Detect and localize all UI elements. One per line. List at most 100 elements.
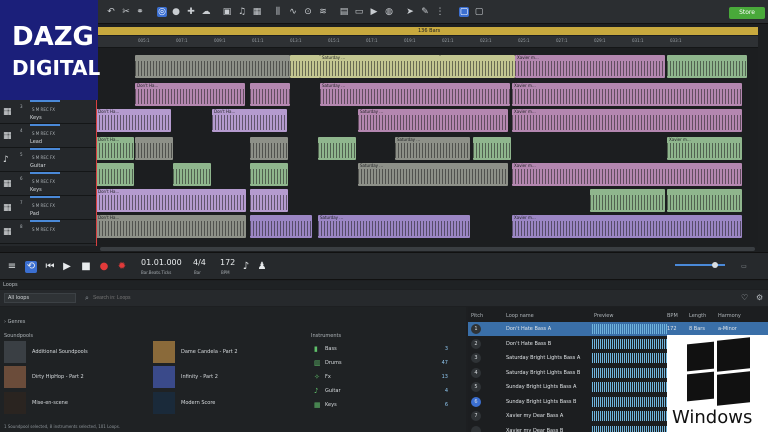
speaker-icon[interactable]: ▶	[369, 7, 379, 17]
loop-row[interactable]: 1 Don't Hate Bass A 172 8 Bars a-Minor	[468, 322, 768, 336]
loop-toggle-icon[interactable]: ⟲	[25, 261, 37, 273]
audio-clip[interactable]: Xavier m...	[512, 109, 742, 132]
track-buttons[interactable]: S M REC FX	[32, 227, 55, 232]
audio-clip[interactable]: Xavier m...	[512, 215, 742, 238]
note-icon[interactable]: ♫	[237, 7, 247, 17]
audio-clip[interactable]: Don't Ha...	[96, 137, 134, 160]
audio-clip[interactable]	[250, 83, 290, 106]
track-buttons[interactable]: S M REC FX	[32, 107, 55, 112]
audio-clip[interactable]	[250, 215, 312, 238]
cloud-icon[interactable]: ☁	[201, 7, 211, 17]
wave-icon[interactable]: ∿	[288, 7, 298, 17]
soundpool-item[interactable]: Modern Score	[153, 392, 293, 414]
track-buttons[interactable]: S M REC FX	[32, 131, 55, 136]
track-volume-slider[interactable]	[30, 172, 60, 174]
loop-icon[interactable]: ⊙	[303, 7, 313, 17]
instrument-item[interactable]: ▦ Keys 6	[311, 399, 456, 411]
audio-clip[interactable]	[135, 137, 173, 160]
loop-preview-waveform[interactable]	[592, 324, 667, 334]
audio-clip[interactable]	[250, 189, 288, 212]
audio-clip[interactable]	[290, 55, 320, 78]
track-volume-slider[interactable]	[30, 124, 60, 126]
metronome-icon[interactable]: ♪	[240, 261, 252, 273]
col-preview[interactable]: Preview	[594, 313, 613, 319]
col-pitch[interactable]: Pitch	[471, 313, 483, 319]
tempo-dropdown-icon[interactable]: ♟	[256, 261, 268, 273]
audio-clip[interactable]: Xavier m...	[667, 137, 742, 160]
pitch-button[interactable]: 6	[471, 396, 481, 407]
undo-arrow-icon[interactable]: ↶	[106, 7, 116, 17]
menu-icon[interactable]: ≡	[6, 261, 18, 273]
audio-clip[interactable]	[250, 163, 288, 186]
horizontal-scrollbar[interactable]	[100, 247, 755, 251]
loop-preview-waveform[interactable]	[592, 425, 667, 432]
screen-icon[interactable]: ▢	[459, 7, 469, 17]
track-header[interactable]: ▦ 6 S M REC FX Keys	[0, 172, 96, 196]
volume-icon[interactable]: ◍	[384, 7, 394, 17]
loops-search-input[interactable]	[83, 293, 723, 303]
timeline-ruler[interactable]: 005:1 007:1 009:1 011:1 013:1 015:1 017:1 019:1…	[98, 36, 758, 48]
soundpool-item[interactable]: Mise-en-scene	[4, 392, 144, 414]
master-volume-knob[interactable]	[712, 262, 718, 268]
soundpool-item[interactable]: Additional Soundpools	[4, 341, 144, 363]
loop-preview-waveform[interactable]	[592, 367, 667, 378]
track-buttons[interactable]: S M REC FX	[32, 155, 55, 160]
stop-icon[interactable]: ■	[80, 261, 92, 273]
position-display[interactable]: 01.01.000	[141, 258, 182, 267]
time-signature[interactable]: 4/4	[193, 258, 206, 267]
soundpool-item[interactable]: Dirty HipHop - Part 2	[4, 366, 144, 388]
grid-icon[interactable]: ▦	[252, 7, 262, 17]
instrument-item[interactable]: ▥ Drums 47	[311, 357, 456, 369]
instrument-item[interactable]: ✧ Fx 13	[311, 371, 456, 383]
track-volume-slider[interactable]	[30, 100, 60, 102]
audio-clip[interactable]: Saturday ...	[358, 109, 508, 132]
draw-icon[interactable]: ✎	[420, 7, 430, 17]
col-length[interactable]: Length	[689, 313, 706, 319]
audio-clip[interactable]: Saturday ...	[320, 55, 440, 78]
audio-clip[interactable]: Saturday ...	[395, 137, 470, 160]
col-harmony[interactable]: Harmony	[718, 313, 741, 319]
audio-clip[interactable]	[318, 137, 356, 160]
favorite-heart-icon[interactable]: ♡	[741, 293, 748, 302]
audio-clip[interactable]: Don't Ha...	[96, 189, 246, 212]
track-header[interactable]: ▦ 4 S M REC FX Lead	[0, 124, 96, 148]
pitch-button[interactable]: 5	[471, 382, 481, 392]
audio-clip[interactable]: Don't Ha...	[212, 109, 287, 132]
audio-clip[interactable]: Don't Ha...	[96, 215, 246, 238]
audio-clip[interactable]: Saturday ...	[320, 83, 510, 106]
instrument-item[interactable]: ▮ Bass 3	[311, 343, 456, 355]
audio-clip[interactable]	[96, 163, 134, 186]
audio-clip[interactable]: Don't Ha...	[96, 109, 171, 132]
snap-icon[interactable]: ◎	[157, 7, 167, 17]
pitch-button[interactable]: 1	[471, 324, 481, 334]
instrument-item[interactable]: ♪ Guitar 4	[311, 385, 456, 397]
genres-label[interactable]: › Genres	[4, 319, 25, 325]
track-volume-slider[interactable]	[30, 148, 60, 150]
rewind-icon[interactable]: ⏮	[44, 261, 56, 273]
loop-preview-waveform[interactable]	[592, 396, 667, 407]
film-icon[interactable]: ▤	[339, 7, 349, 17]
bpm-display[interactable]: 172	[220, 258, 235, 267]
audio-clip[interactable]: Saturday ...	[318, 215, 470, 238]
audio-clip[interactable]	[135, 55, 290, 78]
audio-clip[interactable]	[440, 55, 515, 78]
object-icon[interactable]: ●	[171, 7, 181, 17]
pitch-button[interactable]	[471, 425, 481, 432]
track-header[interactable]: ▦ 3 S M REC FX Keys	[0, 100, 96, 124]
audio-clip[interactable]	[173, 163, 211, 186]
record-icon[interactable]: ●	[98, 261, 110, 273]
screen-small-icon[interactable]: ▭	[354, 7, 364, 17]
audio-clip[interactable]	[250, 137, 288, 160]
screen2-icon[interactable]: ▢	[474, 7, 484, 17]
audio-clip[interactable]: Xavier m...	[512, 163, 742, 186]
cut-icon[interactable]: ✂	[121, 7, 131, 17]
col-bpm[interactable]: BPM	[667, 313, 678, 319]
pitch-button[interactable]: 7	[471, 411, 481, 421]
audio-clip[interactable]: Saturday ...	[358, 163, 508, 186]
audio-clip[interactable]: Xavier m...	[512, 83, 742, 106]
pitch-button[interactable]: 2	[471, 338, 481, 349]
tuner-icon[interactable]: ≋	[318, 7, 328, 17]
audio-clip[interactable]	[590, 189, 665, 212]
loops-filter-dropdown[interactable]: All loops	[4, 293, 76, 303]
loop-preview-waveform[interactable]	[592, 338, 667, 349]
